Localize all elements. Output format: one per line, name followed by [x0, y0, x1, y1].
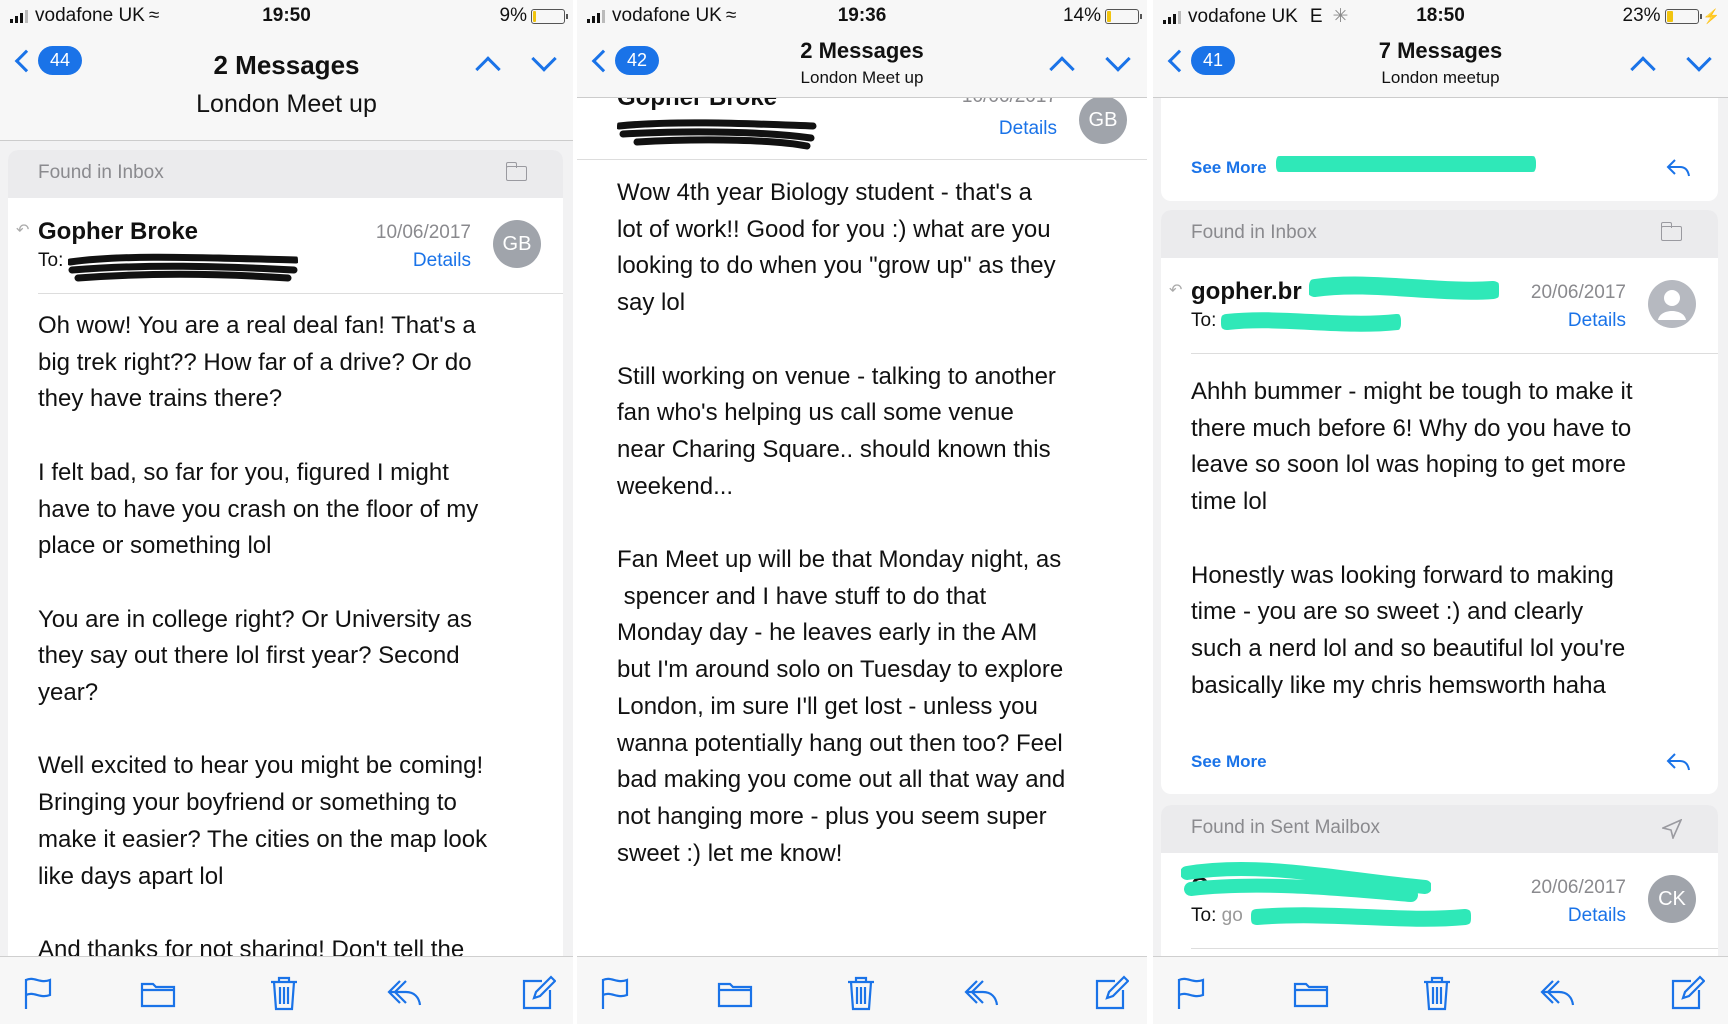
flag-icon[interactable] — [1173, 975, 1209, 1011]
flag-icon[interactable] — [20, 975, 56, 1011]
reply-icon[interactable] — [1666, 158, 1690, 178]
redaction-scribble — [1221, 312, 1401, 332]
folder-icon[interactable] — [1293, 975, 1329, 1011]
battery-percent: 23% — [1622, 5, 1661, 26]
thread-subject: London Meet up — [196, 90, 377, 118]
message-header: ↶ gopher.br To: 20/06/2017 Details — [1169, 258, 1718, 354]
previous-message-button[interactable] — [1630, 56, 1656, 82]
bottom-toolbar — [1153, 956, 1728, 1024]
message-card: Found in Inbox ↶ gopher.br To: 20/06/201… — [1161, 210, 1718, 794]
compose-icon[interactable] — [1669, 975, 1705, 1011]
reply-icon[interactable] — [1666, 752, 1690, 772]
message-date: 20/06/2017 — [1530, 282, 1626, 303]
redaction-scribble — [1276, 156, 1536, 172]
redaction-scribble — [1309, 276, 1499, 300]
status-bar: vodafone UK ≈ 19:50 9% — [0, 0, 573, 32]
message-body: Wow 4th year Biology student - that's a … — [617, 179, 1066, 867]
avatar: GB — [493, 220, 541, 268]
see-more-row: See More — [1161, 140, 1718, 200]
folder-icon[interactable] — [140, 975, 176, 1011]
bottom-toolbar — [577, 956, 1147, 1024]
trash-icon[interactable] — [1419, 975, 1455, 1011]
redaction-scribble — [1251, 907, 1471, 927]
see-more-link[interactable]: See More — [1191, 752, 1267, 772]
battery-percent: 9% — [499, 5, 527, 26]
message-header: Gopher Broke 10/06/2017 Details GB — [577, 98, 1147, 160]
email-panel-3: vodafone UK E ✳ 18:50 23% ⚡ 41 7 Messages L… — [1153, 0, 1728, 1024]
status-time: 19:50 — [262, 5, 311, 26]
email-panel-1: vodafone UK ≈ 19:50 9% 44 2 Messages Lond… — [0, 0, 573, 1024]
battery-percent: 14% — [1062, 5, 1101, 26]
mailbox-label: Found in Sent Mailbox — [1161, 805, 1718, 853]
message-date: 20/06/2017 — [1530, 877, 1626, 898]
sender-name: Gopher Broke — [617, 98, 777, 112]
previous-message-button[interactable] — [1049, 56, 1075, 82]
details-link[interactable]: Details — [1568, 310, 1626, 332]
recipient-label: To: — [1191, 310, 1217, 331]
trash-icon[interactable] — [266, 975, 302, 1011]
reply-icon[interactable] — [963, 975, 999, 1011]
nav-header: 42 2 Messages London Meet up — [577, 32, 1147, 98]
details-link[interactable]: Details — [413, 250, 471, 272]
message-date: 10/06/2017 — [962, 98, 1057, 108]
mailbox-label: Found in Inbox — [8, 150, 563, 198]
message-date: 10/06/2017 — [375, 222, 471, 243]
battery-icon — [1105, 8, 1142, 24]
email-panel-2: vodafone UK ≈ 19:36 14% 42 2 Messages Lon… — [577, 0, 1147, 1024]
battery-icon — [531, 8, 568, 24]
flag-icon[interactable] — [597, 975, 633, 1011]
compose-icon[interactable] — [1093, 975, 1129, 1011]
battery-icon — [1664, 8, 1702, 24]
previous-message-card: See More — [1161, 98, 1718, 201]
avatar-placeholder-icon — [1648, 280, 1696, 328]
redaction-scribble — [617, 119, 817, 150]
message-body: Oh wow! You are a real deal fan! That's … — [38, 312, 488, 963]
details-link[interactable]: Details — [1568, 905, 1626, 927]
folder-icon[interactable] — [717, 975, 753, 1011]
status-bar: vodafone UK E ✳ 18:50 23% ⚡ — [1153, 0, 1728, 32]
trash-icon[interactable] — [843, 975, 879, 1011]
recipient-label: To: — [38, 250, 64, 271]
replied-icon: ↶ — [1169, 282, 1183, 299]
sent-message-card: Found in Sent Mailbox C To: go 20/06/201… — [1161, 805, 1718, 965]
reply-icon[interactable] — [1539, 975, 1575, 1011]
sender-name: Gopher Broke — [38, 218, 199, 245]
nav-header: 44 2 Messages London Meet up — [0, 32, 573, 141]
previous-message-button[interactable] — [475, 56, 501, 82]
bottom-toolbar — [0, 956, 573, 1024]
redaction-scribble — [68, 253, 298, 282]
folder-icon[interactable] — [505, 162, 527, 181]
message-header: C To: go 20/06/2017 Details CK — [1181, 853, 1718, 949]
replied-icon: ↶ — [16, 222, 30, 239]
redaction-scribble — [1181, 862, 1431, 902]
message-body: Ahhh bummer - might be tough to make it … — [1191, 378, 1633, 699]
mailbox-label: Found in Inbox — [1161, 210, 1718, 258]
see-more-link[interactable]: See More — [1191, 158, 1267, 178]
send-icon — [1662, 819, 1682, 839]
sender-name: gopher.br — [1191, 278, 1302, 305]
see-more-row: See More — [1161, 734, 1718, 794]
nav-header: 41 7 Messages London meetup — [1153, 32, 1728, 98]
message-header: ↶ Gopher Broke To: 10/06/2017 Details GB — [16, 198, 563, 294]
details-link[interactable]: Details — [999, 118, 1057, 140]
status-bar: vodafone UK ≈ 19:36 14% — [577, 0, 1147, 32]
folder-icon[interactable] — [1660, 222, 1682, 241]
avatar: GB — [1079, 98, 1127, 144]
reply-icon[interactable] — [386, 975, 422, 1011]
compose-icon[interactable] — [520, 975, 556, 1011]
recipient-label: To: go — [1191, 905, 1243, 926]
charging-icon: ⚡ — [1702, 7, 1720, 24]
message-card: Found in Inbox ↶ Gopher Broke To: 10/06/… — [8, 150, 563, 970]
status-time: 19:36 — [837, 5, 887, 26]
avatar: CK — [1648, 875, 1696, 923]
